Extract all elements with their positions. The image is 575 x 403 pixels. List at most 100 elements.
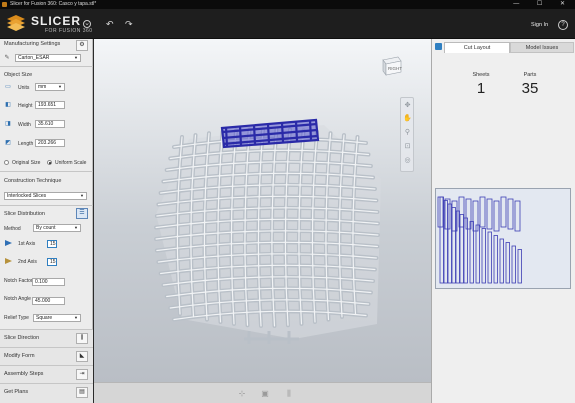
assembly-steps-button[interactable]: ⇥ bbox=[76, 369, 88, 380]
axis1-field[interactable]: 15 bbox=[47, 240, 57, 248]
units-icon: ▭ bbox=[5, 84, 11, 90]
original-size-radio[interactable] bbox=[4, 160, 9, 165]
get-plans-label: Get Plans bbox=[4, 389, 29, 395]
lock-icon[interactable]: ▣ bbox=[259, 388, 271, 399]
method-label: Method bbox=[4, 226, 21, 232]
app-icon bbox=[2, 2, 7, 7]
height-icon: ◧ bbox=[5, 102, 11, 108]
list-icon: ☰ bbox=[79, 210, 85, 216]
modify-form-item[interactable]: Modify Form ◣ bbox=[0, 347, 93, 365]
slice-distribution-title: Slice Distribution bbox=[4, 211, 45, 217]
collapse-panel-icon[interactable] bbox=[435, 43, 442, 50]
settings-button[interactable]: ⚙ bbox=[76, 40, 88, 51]
undo-icon[interactable]: ↶ bbox=[106, 20, 114, 29]
method-select[interactable]: By count ▼ bbox=[33, 224, 81, 232]
notch-angle-field[interactable]: 45.000 bbox=[32, 297, 65, 305]
tab-model-issues[interactable]: Model Issues bbox=[510, 42, 574, 53]
orbit-icon[interactable]: ✥ bbox=[402, 100, 413, 111]
notch-factor-field[interactable]: 0.100 bbox=[32, 278, 65, 286]
3d-viewport[interactable]: RIGHT ✥ ✋ ⚲ ⊡ ◎ bbox=[94, 39, 431, 382]
slice-direction-icon: ⫼ bbox=[80, 335, 84, 341]
axis2-label: 2nd Axis bbox=[18, 259, 37, 265]
length-field[interactable]: 203.266 bbox=[35, 139, 65, 147]
window-controls[interactable]: — ☐ ✕ bbox=[513, 0, 573, 9]
slice-direction-button[interactable]: ⫼ bbox=[76, 333, 88, 344]
notch-factor-label: Notch Factor bbox=[4, 278, 33, 284]
axis2-icon bbox=[5, 258, 12, 264]
original-size-label: Original Size bbox=[12, 160, 41, 166]
layout-part bbox=[437, 196, 444, 228]
window-titlebar: Slicer for Fusion 360: Casco y tapa.stl*… bbox=[0, 0, 575, 9]
get-plans-button[interactable]: ▤ bbox=[76, 387, 88, 398]
axis1-icon bbox=[5, 240, 12, 246]
modify-form-icon: ◣ bbox=[79, 353, 85, 359]
units-select[interactable]: mm ▼ bbox=[35, 83, 65, 91]
units-label: Units bbox=[18, 85, 30, 91]
cut-layout-preview[interactable] bbox=[435, 188, 571, 289]
look-at-icon[interactable]: ◎ bbox=[402, 155, 413, 166]
divider bbox=[0, 171, 93, 172]
slices-icon[interactable]: ⫼ bbox=[283, 388, 295, 399]
get-plans-item[interactable]: Get Plans ▤ bbox=[0, 383, 93, 403]
zoom-fit-icon[interactable]: ⊡ bbox=[402, 141, 413, 152]
slicer-logo-icon bbox=[7, 15, 25, 31]
redo-icon[interactable]: ↷ bbox=[125, 20, 133, 29]
parts-value: 35 bbox=[521, 80, 539, 97]
logo-subtitle: FOR FUSION 360 bbox=[45, 28, 93, 34]
modify-form-button[interactable]: ◣ bbox=[76, 351, 88, 362]
get-plans-icon: ▤ bbox=[79, 389, 85, 395]
left-settings-panel: Manufacturing Settings ⚙ ✎ Carton_ESAR ▼… bbox=[0, 39, 93, 403]
navigation-bar: ✥ ✋ ⚲ ⊡ ◎ bbox=[400, 97, 414, 172]
sliced-model[interactable] bbox=[94, 39, 431, 382]
logo-text: SLICER bbox=[31, 14, 82, 28]
length-label: Length bbox=[18, 141, 34, 147]
pan-icon[interactable]: ✋ bbox=[402, 113, 413, 124]
layout-part bbox=[500, 196, 507, 228]
layout-part bbox=[475, 224, 480, 284]
material-select[interactable]: Carton_ESAR ▼ bbox=[15, 54, 81, 62]
assembly-steps-label: Assembly Steps bbox=[4, 371, 44, 377]
sign-in-link[interactable]: Sign In bbox=[531, 22, 548, 28]
cut-layout-sheet bbox=[437, 196, 522, 284]
help-button[interactable]: ? bbox=[558, 20, 568, 30]
viewcube[interactable]: RIGHT bbox=[380, 54, 404, 76]
slice-direction-item[interactable]: Slice Direction ⫼ bbox=[0, 329, 93, 347]
layout-part bbox=[459, 214, 464, 284]
axis2-field[interactable]: 15 bbox=[47, 258, 57, 266]
parts-label: Parts bbox=[523, 72, 537, 78]
slice-distribution-button[interactable]: ☰ bbox=[76, 208, 88, 219]
modify-form-label: Modify Form bbox=[4, 353, 35, 359]
uniform-scale-radio[interactable] bbox=[47, 160, 52, 165]
chevron-down-icon: ▼ bbox=[74, 315, 78, 320]
add-slice-icon[interactable]: ⊹ bbox=[236, 388, 248, 399]
height-field[interactable]: 193.651 bbox=[35, 101, 65, 109]
units-value: mm bbox=[38, 84, 47, 90]
divider bbox=[0, 66, 93, 67]
edit-icon[interactable]: ✎ bbox=[2, 54, 12, 62]
zoom-icon[interactable]: ⚲ bbox=[402, 127, 413, 138]
layout-part bbox=[487, 231, 492, 284]
width-field[interactable]: 35.610 bbox=[35, 120, 65, 128]
minimize-icon[interactable]: ⌄ bbox=[83, 20, 91, 28]
layout-part bbox=[443, 200, 448, 284]
relief-type-select[interactable]: Square ▼ bbox=[33, 314, 81, 322]
height-label: Height bbox=[18, 103, 33, 109]
tab-cut-layout[interactable]: Cut Layout bbox=[444, 42, 510, 53]
technique-select[interactable]: Interlocked Slices ▼ bbox=[4, 192, 87, 200]
layout-part bbox=[493, 235, 498, 284]
uniform-scale-label: Uniform Scale bbox=[55, 160, 87, 166]
assembly-steps-item[interactable]: Assembly Steps ⇥ bbox=[0, 365, 93, 383]
layout-part bbox=[493, 200, 500, 232]
width-icon: ◨ bbox=[5, 121, 11, 127]
chevron-down-icon: ▼ bbox=[58, 84, 62, 89]
relief-type-value: Square bbox=[36, 315, 53, 321]
slice-direction-label: Slice Direction bbox=[4, 335, 40, 341]
layout-part bbox=[507, 198, 514, 230]
layout-part bbox=[505, 242, 510, 284]
relief-type-label: Relief Type bbox=[4, 315, 29, 321]
sheets-label: Sheets bbox=[472, 72, 490, 78]
chevron-down-icon: ▼ bbox=[74, 55, 78, 60]
viewport-toolbar: ⊹ ▣ ⫼ bbox=[94, 382, 431, 403]
chevron-down-icon: ▼ bbox=[80, 193, 84, 198]
divider bbox=[0, 205, 93, 206]
